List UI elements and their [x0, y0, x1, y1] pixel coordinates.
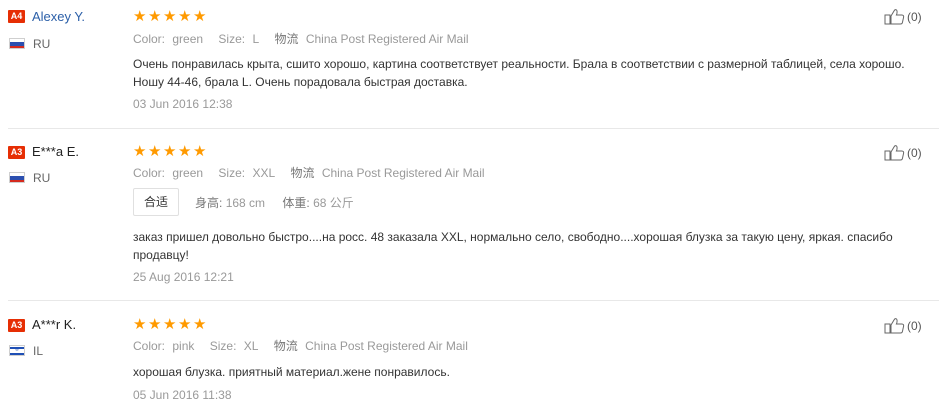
- buyer-name: A***r K.: [32, 317, 77, 332]
- buyer-name: E***a E.: [32, 144, 79, 159]
- size-label: Size:: [218, 32, 246, 46]
- like-button[interactable]: (0): [884, 144, 922, 161]
- shipping-label: 物流: [290, 166, 315, 180]
- star-icon: ★: [163, 7, 177, 25]
- star-rating: ★ ★ ★ ★ ★: [133, 315, 207, 333]
- size-value: L: [252, 32, 260, 46]
- shipping-value: China Post Registered Air Mail: [321, 166, 485, 180]
- review-text: хорошая блузка. приятный материал.жене п…: [133, 365, 450, 379]
- star-icon: ★: [178, 315, 192, 333]
- review-date: 03 Jun 2016 12:38: [133, 97, 233, 111]
- star-icon: ★: [193, 315, 207, 333]
- size-label: Size:: [209, 339, 237, 353]
- buyer-name[interactable]: Alexey Y.: [32, 9, 85, 25]
- height-label: 身高:: [195, 196, 223, 210]
- star-rating: ★ ★ ★ ★ ★: [133, 142, 207, 160]
- shipping-value: China Post Registered Air Mail: [305, 32, 469, 46]
- order-info: Color: green Size: XXL 物流 China Post Reg…: [133, 166, 497, 180]
- star-icon: ★: [133, 7, 147, 25]
- star-icon: ★: [148, 315, 162, 333]
- buyer-level-badge: A3: [8, 146, 25, 159]
- review-text: Очень понравилась крыта, сшито хорошо, к…: [133, 57, 905, 89]
- review-date: 05 Jun 2016 11:38: [133, 388, 232, 402]
- star-icon: ★: [178, 142, 192, 160]
- buyer-country: RU: [33, 37, 51, 51]
- color-label: Color:: [133, 339, 166, 353]
- order-info: Color: green Size: L 物流 China Post Regis…: [133, 32, 481, 46]
- body-attributes: 身高: 168 cm 体重: 68 公斤: [195, 196, 368, 210]
- size-value: XL: [243, 339, 259, 353]
- star-icon: ★: [163, 142, 177, 160]
- shipping-label: 物流: [274, 32, 299, 46]
- like-count: (0): [907, 9, 922, 24]
- review-item: A3 E***a E. RU ★ ★ ★ ★ ★ Color: green Si…: [0, 129, 947, 300]
- star-rating: ★ ★ ★ ★ ★: [133, 7, 207, 25]
- color-value: pink: [172, 339, 195, 353]
- buyer-country: IL: [33, 344, 44, 358]
- buyer-country: RU: [33, 171, 51, 185]
- star-icon: ★: [133, 315, 147, 333]
- like-button[interactable]: (0): [884, 8, 922, 25]
- review-item: A3 A***r K. ✡ IL ★ ★ ★ ★ ★ Color: pink S…: [0, 301, 947, 414]
- fit-tag: 合适: [133, 188, 180, 216]
- weight-label: 体重:: [282, 196, 310, 210]
- country-flag-icon: [9, 172, 25, 183]
- review-text: заказ пришел довольно быстро....на росс.…: [133, 230, 893, 262]
- country-flag-icon: [9, 38, 25, 49]
- weight-value: 68 公斤: [313, 196, 354, 210]
- star-icon: ★: [148, 142, 162, 160]
- review-item: A4 Alexey Y. RU ★ ★ ★ ★ ★ Color: green S…: [0, 0, 947, 128]
- like-count: (0): [907, 318, 922, 333]
- thumbs-up-icon: [884, 145, 905, 161]
- color-value: green: [172, 166, 204, 180]
- star-icon: ★: [178, 7, 192, 25]
- star-icon: ★: [193, 7, 207, 25]
- size-label: Size:: [218, 166, 246, 180]
- country-flag-icon: ✡: [9, 345, 25, 356]
- height-value: 168 cm: [225, 196, 266, 210]
- star-icon: ★: [163, 315, 177, 333]
- buyer-level-badge: A3: [8, 319, 25, 332]
- review-date: 25 Aug 2016 12:21: [133, 270, 234, 284]
- like-button[interactable]: (0): [884, 317, 922, 334]
- like-count: (0): [907, 145, 922, 160]
- star-icon: ★: [193, 142, 207, 160]
- thumbs-up-icon: [884, 9, 905, 25]
- star-icon: ★: [133, 142, 147, 160]
- order-info: Color: pink Size: XL 物流 China Post Regis…: [133, 339, 480, 353]
- thumbs-up-icon: [884, 318, 905, 334]
- shipping-value: China Post Registered Air Mail: [305, 339, 468, 353]
- shipping-label: 物流: [273, 339, 298, 353]
- size-value: XXL: [252, 166, 276, 180]
- color-label: Color:: [133, 166, 166, 180]
- color-value: green: [172, 32, 204, 46]
- star-icon: ★: [148, 7, 162, 25]
- color-label: Color:: [133, 32, 166, 46]
- buyer-level-badge: A4: [8, 10, 25, 23]
